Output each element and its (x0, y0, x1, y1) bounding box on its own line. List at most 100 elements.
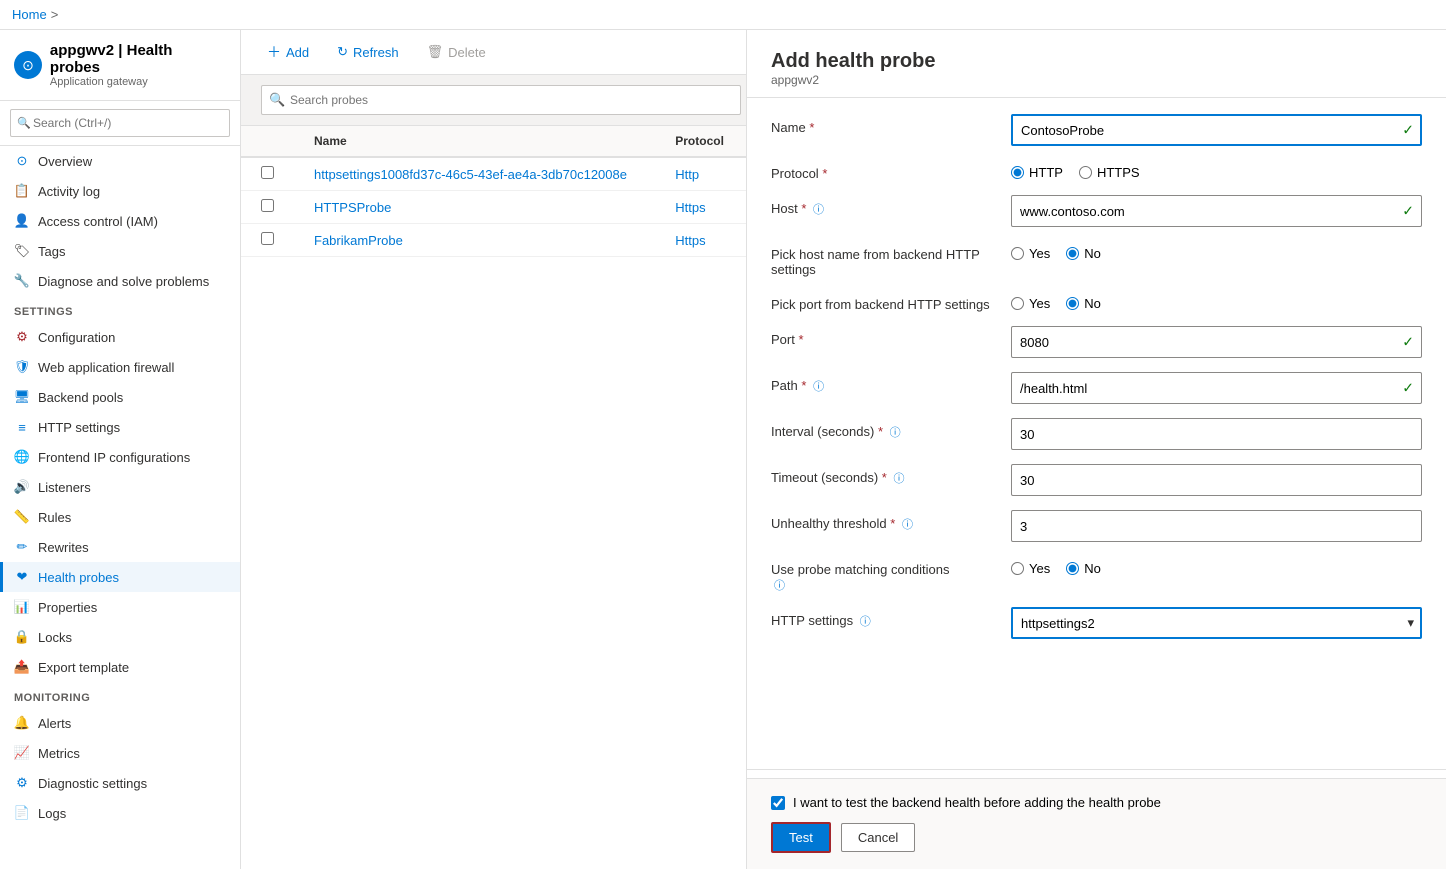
pick-host-no-radio[interactable] (1066, 247, 1079, 260)
name-input[interactable] (1011, 114, 1422, 146)
sidebar-search-wrap: 🔍 (10, 109, 230, 137)
table-search-input[interactable] (261, 85, 741, 115)
row-protocol: Https (655, 224, 746, 257)
sidebar-item-diagnostic-settings[interactable]: ⚙ Diagnostic settings (0, 768, 240, 798)
sidebar-item-label: Health probes (38, 570, 119, 585)
refresh-button[interactable]: ↻ Refresh (331, 40, 404, 64)
probe-matching-no-text: No (1084, 561, 1101, 576)
protocol-http-radio[interactable] (1011, 166, 1024, 179)
sidebar: ⊙ appgwv2 | Health probes Application ga… (0, 30, 241, 869)
pick-port-yes-radio[interactable] (1011, 297, 1024, 310)
sidebar-search-input[interactable] (10, 109, 230, 137)
sidebar-item-rules[interactable]: 📏 Rules (0, 502, 240, 532)
sidebar-item-access-control[interactable]: 👤 Access control (IAM) (0, 206, 240, 236)
col-name: Name (294, 126, 655, 157)
row-checkbox[interactable] (261, 232, 274, 245)
sidebar-item-export-template[interactable]: 📤 Export template (0, 652, 240, 682)
pick-host-control: Yes No (1011, 241, 1422, 261)
host-input[interactable] (1011, 195, 1422, 227)
sidebar-item-label: Frontend IP configurations (38, 450, 190, 465)
form-row-name: Name * ✓ (771, 114, 1422, 146)
pick-port-no-radio[interactable] (1066, 297, 1079, 310)
path-input[interactable] (1011, 372, 1422, 404)
timeout-label: Timeout (seconds) * ⓘ (771, 464, 1011, 486)
sidebar-item-metrics[interactable]: 📈 Metrics (0, 738, 240, 768)
row-name[interactable]: FabrikamProbe (314, 233, 403, 248)
interval-control (1011, 418, 1422, 450)
pick-host-yes-radio[interactable] (1011, 247, 1024, 260)
pick-host-yes-label[interactable]: Yes (1011, 246, 1050, 261)
protocol-https-label[interactable]: HTTPS (1079, 165, 1140, 180)
sidebar-item-frontend-ip[interactable]: 🌐 Frontend IP configurations (0, 442, 240, 472)
form-row-pick-port: Pick port from backend HTTP settings Yes… (771, 291, 1422, 312)
pick-host-no-text: No (1084, 246, 1101, 261)
sidebar-item-label: Locks (38, 630, 72, 645)
row-checkbox[interactable] (261, 199, 274, 212)
table-area: Name Protocol httpsettings1008fd37c-46c5… (241, 126, 746, 869)
timeout-input[interactable] (1011, 464, 1422, 496)
name-control: ✓ (1011, 114, 1422, 146)
probe-matching-yes-radio[interactable] (1011, 562, 1024, 575)
protocol-http-label[interactable]: HTTP (1011, 165, 1063, 180)
resource-title: ⊙ appgwv2 | Health probes Application ga… (14, 42, 226, 88)
sidebar-item-activity-log[interactable]: 📋 Activity log (0, 176, 240, 206)
row-protocol: Https (655, 191, 746, 224)
name-check-icon: ✓ (1402, 122, 1414, 139)
interval-input[interactable] (1011, 418, 1422, 450)
health-probes-icon: ❤ (14, 569, 30, 585)
cancel-button[interactable]: Cancel (841, 823, 915, 852)
sidebar-item-rewrites[interactable]: ✏ Rewrites (0, 532, 240, 562)
row-name[interactable]: HTTPSProbe (314, 200, 391, 215)
breadcrumb-home[interactable]: Home (12, 7, 47, 22)
sidebar-item-overview[interactable]: ⊙ Overview (0, 146, 240, 176)
unhealthy-input[interactable] (1011, 510, 1422, 542)
path-control: ✓ (1011, 372, 1422, 404)
pick-host-label: Pick host name from backend HTTP setting… (771, 241, 1011, 277)
sidebar-item-configuration[interactable]: ⚙ Configuration (0, 322, 240, 352)
sidebar-item-listeners[interactable]: 🔊 Listeners (0, 472, 240, 502)
delete-icon: 🗑 (427, 44, 444, 60)
sidebar-item-waf[interactable]: 🛡 Web application firewall (0, 352, 240, 382)
pick-port-radio-group: Yes No (1011, 291, 1422, 311)
probe-matching-no-label[interactable]: No (1066, 561, 1101, 576)
pick-host-no-label[interactable]: No (1066, 246, 1101, 261)
monitoring-section-label: Monitoring (0, 682, 240, 708)
path-info-icon: ⓘ (813, 381, 824, 393)
sidebar-item-locks[interactable]: 🔒 Locks (0, 622, 240, 652)
form-row-path: Path * ⓘ ✓ (771, 372, 1422, 404)
pick-port-no-label[interactable]: No (1066, 296, 1101, 311)
test-button[interactable]: Test (771, 822, 831, 853)
sidebar-item-tags[interactable]: 🏷 Tags (0, 236, 240, 266)
pick-port-control: Yes No (1011, 291, 1422, 311)
path-check-icon: ✓ (1402, 380, 1414, 397)
export-template-icon: 📤 (14, 659, 30, 675)
http-settings-select[interactable]: httpsettings2 (1011, 607, 1422, 639)
sidebar-item-diagnose[interactable]: 🔧 Diagnose and solve problems (0, 266, 240, 296)
host-control: ✓ (1011, 195, 1422, 227)
sidebar-item-label: Activity log (38, 184, 100, 199)
probe-matching-yes-label[interactable]: Yes (1011, 561, 1050, 576)
form-body: Name * ✓ Protocol * (747, 98, 1446, 761)
breadcrumb: Home > (12, 7, 58, 22)
port-input[interactable] (1011, 326, 1422, 358)
sidebar-item-health-probes[interactable]: ❤ Health probes (0, 562, 240, 592)
add-button[interactable]: ＋ Add (261, 38, 315, 66)
probe-matching-no-radio[interactable] (1066, 562, 1079, 575)
sidebar-item-properties[interactable]: 📊 Properties (0, 592, 240, 622)
test-checkbox[interactable] (771, 796, 785, 810)
sidebar-item-alerts[interactable]: 🔔 Alerts (0, 708, 240, 738)
sidebar-item-label: Alerts (38, 716, 71, 731)
http-settings-control: httpsettings2 ▾ (1011, 607, 1422, 639)
delete-button[interactable]: 🗑 Delete (421, 40, 492, 64)
row-name[interactable]: httpsettings1008fd37c-46c5-43ef-ae4a-3db… (314, 167, 627, 182)
sidebar-item-http-settings[interactable]: ≡ HTTP settings (0, 412, 240, 442)
sidebar-item-label: Diagnostic settings (38, 776, 147, 791)
protocol-https-radio[interactable] (1079, 166, 1092, 179)
form-row-pick-host: Pick host name from backend HTTP setting… (771, 241, 1422, 277)
sidebar-item-backend-pools[interactable]: 🖥 Backend pools (0, 382, 240, 412)
sidebar-item-logs[interactable]: 📄 Logs (0, 798, 240, 828)
row-checkbox[interactable] (261, 166, 274, 179)
table-row: httpsettings1008fd37c-46c5-43ef-ae4a-3db… (241, 157, 746, 191)
metrics-icon: 📈 (14, 745, 30, 761)
pick-port-yes-label[interactable]: Yes (1011, 296, 1050, 311)
